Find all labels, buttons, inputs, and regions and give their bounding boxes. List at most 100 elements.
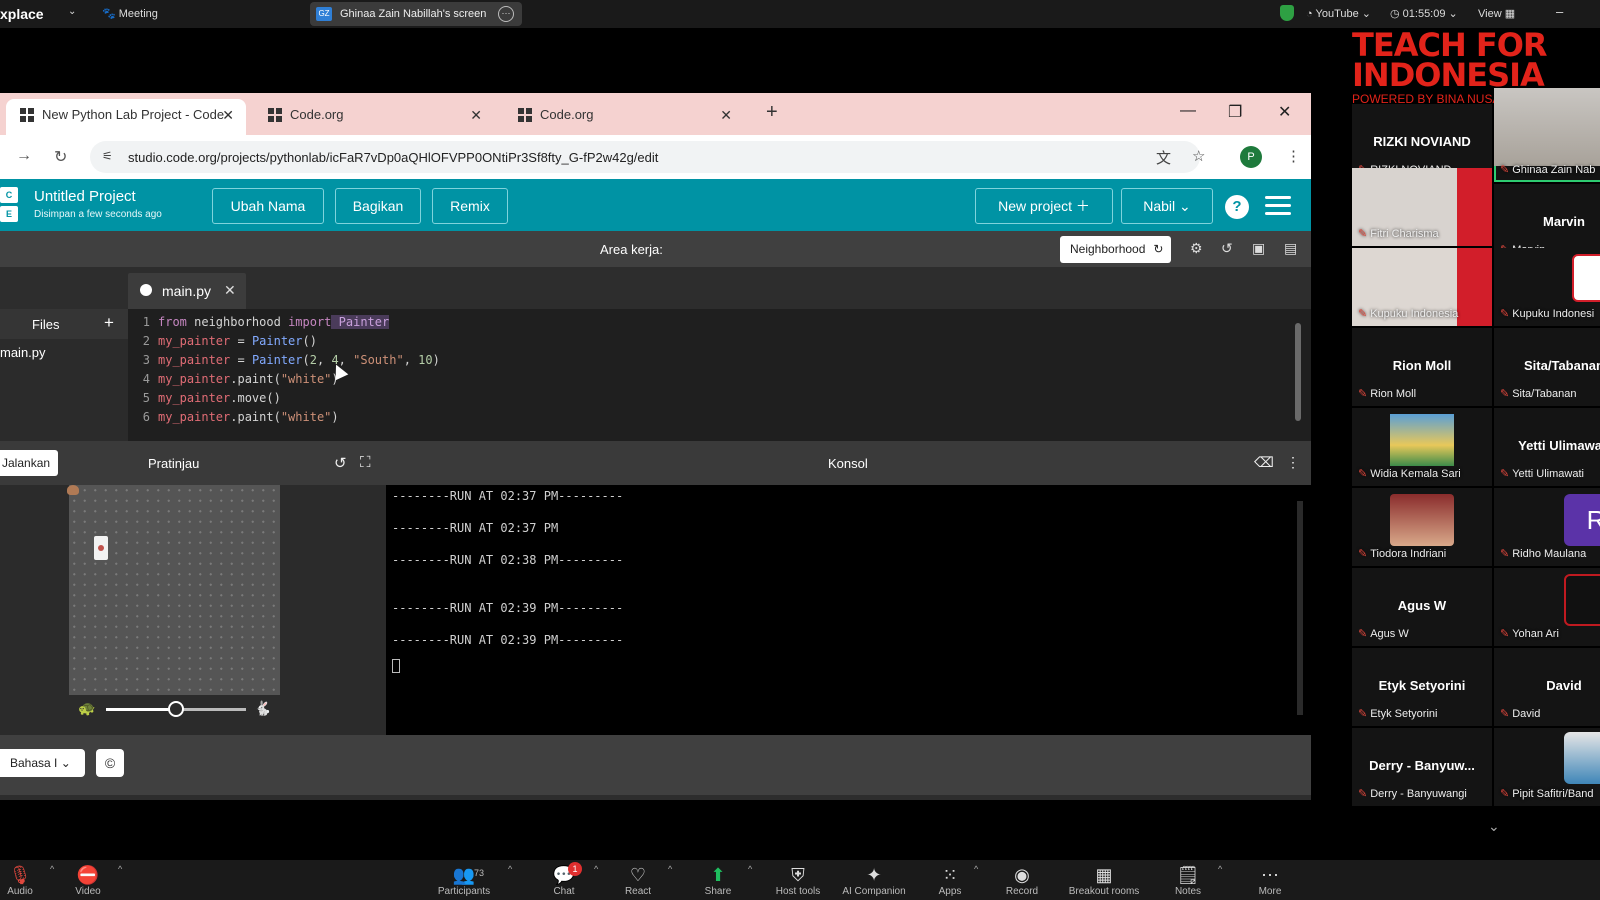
browser-menu-icon[interactable]: ⋮ — [1286, 147, 1301, 165]
console-menu-icon[interactable]: ⋮ — [1286, 454, 1300, 471]
participant-tile[interactable]: ✎ Fitri Charisma — [1352, 168, 1492, 246]
youtube-stream-menu[interactable]: ◔ YouTube ⌄ — [1306, 7, 1371, 20]
user-menu[interactable]: Nabil ⌄ — [1121, 188, 1213, 224]
ai-companion-button[interactable]: ✦ AI Companion — [834, 864, 914, 897]
notes-button[interactable]: 🗒 Notes ^ — [1148, 864, 1228, 897]
help-icon[interactable]: ? — [1225, 195, 1249, 219]
new-tab-icon[interactable]: + — [766, 101, 778, 124]
code-line[interactable]: 2 my_painter = Painter() — [128, 334, 1278, 353]
view-menu[interactable]: View ▦ — [1478, 7, 1515, 20]
collapse-panel-icon[interactable]: ▤ — [1284, 240, 1297, 257]
console-scrollbar[interactable] — [1297, 491, 1303, 729]
meeting-timer[interactable]: ◷ 01:55:09 ⌄ — [1390, 7, 1458, 20]
screen-share-indicator[interactable]: GZ Ghinaa Zain Nabillah's screen ··· — [310, 2, 522, 26]
video-options-chevron-icon[interactable]: ^ — [118, 864, 122, 874]
close-tab-icon[interactable]: ✕ — [222, 99, 234, 131]
console-input-cursor[interactable] — [392, 659, 400, 673]
reload-icon[interactable]: ↻ — [54, 147, 67, 167]
react-button[interactable]: ♡ React ^ — [598, 864, 678, 897]
host-tools-button[interactable]: ⛨ Host tools — [758, 864, 838, 897]
remix-button[interactable]: Remix — [432, 188, 508, 224]
participant-tile[interactable]: Etyk Setyorini ✎ Etyk Setyorini — [1352, 648, 1492, 726]
window-close-icon[interactable]: ✕ — [1278, 102, 1291, 122]
close-tab-icon[interactable]: ✕ — [470, 99, 482, 131]
participant-tile[interactable]: ✎ Tiodora Indriani — [1352, 488, 1492, 566]
participants-chevron-icon[interactable]: ^ — [508, 864, 512, 874]
code-line[interactable]: 1 from neighborhood import Painter — [128, 315, 1278, 334]
language-select[interactable]: Bahasa I ⌄ — [0, 749, 85, 777]
new-project-button[interactable]: New project ＋ — [975, 188, 1113, 224]
share-project-button[interactable]: Bagikan — [335, 188, 421, 224]
bookmark-star-icon[interactable]: ☆ — [1192, 147, 1205, 165]
chevron-down-icon[interactable]: ⌄ — [68, 6, 76, 17]
window-restore-icon[interactable]: ❐ — [1228, 102, 1242, 122]
code-line[interactable]: 6 my_painter.paint("white") — [128, 410, 1278, 429]
participant-tile[interactable]: Yetti Ulimawati✎Yetti Ulimawati — [1494, 408, 1600, 486]
participant-tile[interactable]: Sita/Tabanan ✎ Sita/Tabanan — [1494, 328, 1600, 406]
more-button[interactable]: ⋯ More — [1230, 864, 1310, 897]
apps-button[interactable]: ⁙ Apps ^ — [910, 864, 990, 897]
site-settings-icon[interactable]: ⚟ — [102, 149, 113, 163]
add-file-icon[interactable]: + — [104, 313, 114, 333]
more-icon[interactable]: ··· — [498, 6, 514, 22]
file-item-main-py[interactable]: main.py — [0, 345, 46, 360]
breakout-rooms-button[interactable]: ▦ Breakout rooms — [1062, 864, 1146, 897]
participant-tile[interactable]: ✎ Widia Kemala Sari — [1352, 408, 1492, 486]
participant-tile[interactable]: ✎ Ghinaa Zain Nab — [1494, 88, 1600, 182]
share-avatar: GZ — [316, 7, 332, 21]
code-line[interactable]: 4 my_painter.paint("white") — [128, 372, 1278, 391]
chat-button[interactable]: 💬 1 Chat ^ — [524, 862, 604, 897]
security-shield-icon[interactable] — [1280, 5, 1294, 21]
meeting-menu[interactable]: 🐾 Meeting — [102, 7, 158, 20]
neighborhood-button[interactable]: Neighborhood ↻ — [1060, 236, 1172, 263]
slider-knob[interactable] — [168, 701, 184, 717]
editor-scrollbar[interactable] — [1295, 323, 1301, 421]
participant-tile[interactable]: ✎ Pipit Safitri/Band — [1494, 728, 1600, 806]
code-editor[interactable]: 1 from neighborhood import Painter 2 my_pa… — [128, 309, 1311, 441]
speed-slider[interactable]: 🐢 🐇 — [78, 697, 278, 721]
profile-avatar[interactable]: P — [1240, 146, 1262, 168]
copyright-icon[interactable]: © — [96, 749, 124, 777]
run-button[interactable]: Jalankan — [0, 450, 59, 476]
window-minimize-icon[interactable]: — — [1180, 102, 1196, 120]
clear-console-icon[interactable]: ⌫ — [1254, 454, 1274, 471]
close-tab-icon[interactable]: ✕ — [720, 99, 732, 131]
reset-icon[interactable]: ↺ — [334, 454, 347, 472]
apps-chevron-icon[interactable]: ^ — [974, 864, 978, 874]
notes-chevron-icon[interactable]: ^ — [1218, 864, 1222, 874]
browser-tab-codeorg-1[interactable]: Code.org ✕ — [254, 99, 494, 135]
record-button[interactable]: ◉ Record — [982, 864, 1062, 897]
browser-tab-codeorg-2[interactable]: Code.org ✕ — [504, 99, 744, 135]
react-chevron-icon[interactable]: ^ — [668, 864, 672, 874]
code-line[interactable]: 3 my_painter = Painter(2, 4, "South", 10) — [128, 353, 1278, 372]
share-chevron-icon[interactable]: ^ — [748, 864, 752, 874]
participant-tile[interactable]: R ✎ Ridho Maulana — [1494, 488, 1600, 566]
participants-button[interactable]: 👥 73 Participants ^ — [424, 864, 512, 897]
code-line[interactable]: 5 my_painter.move() — [128, 391, 1278, 410]
share-screen-button[interactable]: ⬆ Share ^ — [678, 864, 758, 897]
forward-icon[interactable]: → — [16, 147, 32, 165]
rename-button[interactable]: Ubah Nama — [212, 188, 324, 224]
participant-tile[interactable]: Derry - Banyuw... ✎ Derry - Banyuwangi — [1352, 728, 1492, 806]
fullscreen-icon[interactable]: ⛶ — [360, 454, 371, 471]
file-tab-main-py[interactable]: main.py ✕ — [128, 273, 246, 309]
participant-tile[interactable]: ✎ Yohan Ari — [1494, 568, 1600, 646]
participant-tile[interactable]: ✎ Kupuku Indonesia — [1352, 248, 1492, 326]
participant-tile[interactable]: Rion Moll ✎ Rion Moll — [1352, 328, 1492, 406]
close-file-icon[interactable]: ✕ — [224, 282, 236, 299]
participant-tile[interactable]: Agus W ✎ Agus W — [1352, 568, 1492, 646]
url-field[interactable]: ⚟ studio.code.org/projects/pythonlab/icF… — [90, 141, 1200, 173]
video-button[interactable]: ⛔ Video ^ — [48, 864, 128, 897]
translate-icon[interactable]: ⽂ — [1156, 147, 1171, 168]
comment-icon[interactable]: ▣ — [1252, 240, 1265, 257]
gallery-expand-icon[interactable]: ⌄ — [1488, 818, 1500, 835]
codeorg-logo[interactable]: CE — [0, 187, 18, 223]
hamburger-menu-icon[interactable] — [1265, 196, 1291, 216]
participant-tile[interactable]: David ✎ David — [1494, 648, 1600, 726]
participant-tile[interactable]: ✎ Kupuku Indonesi — [1494, 248, 1600, 326]
browser-tab-python-lab[interactable]: New Python Lab Project - Code ✕ — [6, 99, 246, 135]
version-history-icon[interactable]: ↺ — [1221, 240, 1233, 257]
console-output[interactable]: --------RUN AT 02:37 PM--------- -------… — [386, 485, 1311, 735]
minimize-icon[interactable]: – — [1556, 4, 1563, 19]
settings-gear-icon[interactable]: ⚙ — [1190, 240, 1203, 257]
